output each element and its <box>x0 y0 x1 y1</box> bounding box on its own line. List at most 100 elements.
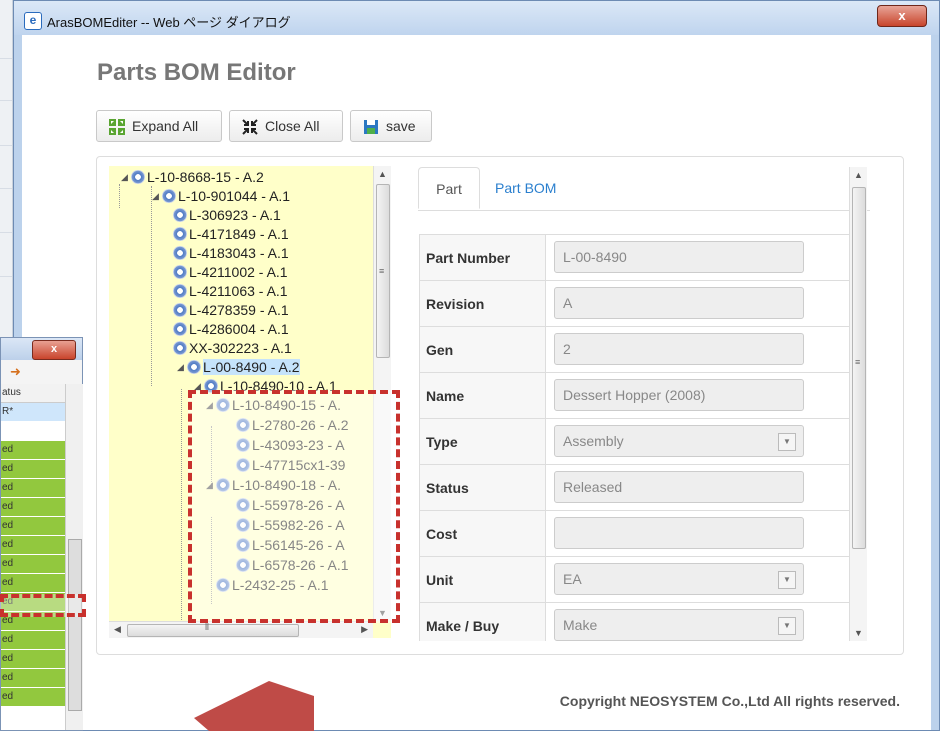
field-label: Type <box>426 434 458 450</box>
expanded-arrow-icon[interactable]: ◢ <box>121 168 128 186</box>
gear-icon <box>173 284 187 298</box>
gear-icon <box>162 189 176 203</box>
tree-horizontal-scrollbar[interactable]: ◀ ⦀ ▶ <box>109 621 373 638</box>
scroll-up-arrow-icon[interactable]: ▲ <box>854 170 863 180</box>
grip-icon: ≡ <box>855 357 861 367</box>
table-row[interactable]: ed <box>1 688 65 707</box>
gear-icon <box>131 170 145 184</box>
annotation-highlight-row <box>0 594 86 617</box>
table-row[interactable]: R* <box>1 403 65 422</box>
gen-input[interactable]: 2 <box>554 333 804 365</box>
bom-editor-dialog: e ArasBOMEditer -- Web ページ ダイアログ x Parts… <box>13 0 940 731</box>
name-input[interactable]: Dessert Hopper (2008) <box>554 379 804 411</box>
revision-input[interactable]: A <box>554 287 804 319</box>
divider <box>0 188 12 189</box>
tree-node[interactable]: L-4211063 - A.1 <box>173 282 288 300</box>
tree-node[interactable]: L-4211002 - A.1 <box>173 263 288 281</box>
tree-node[interactable]: L-4286004 - A.1 <box>173 320 289 338</box>
table-row[interactable]: ed <box>1 631 65 650</box>
table-row[interactable]: ed <box>1 574 65 593</box>
tree-node[interactable]: ◢ L-10-8668-15 - A.2 <box>121 168 264 186</box>
field-cell: Dessert Hopper (2008) <box>545 373 854 418</box>
exit-door-icon[interactable]: ➜ <box>10 364 24 379</box>
tree-connector <box>151 186 152 386</box>
expand-all-label: Expand All <box>132 118 199 134</box>
save-button[interactable]: save <box>350 110 432 142</box>
chevron-down-icon[interactable]: ▼ <box>778 617 796 635</box>
tree-node[interactable]: L-4171849 - A.1 <box>173 225 289 243</box>
make-buy-select[interactable]: Make ▼ <box>554 609 804 641</box>
column-header-status[interactable]: atus <box>1 384 65 403</box>
dialog-titlebar[interactable]: e ArasBOMEditer -- Web ページ ダイアログ x <box>14 1 939 35</box>
background-scrollbar[interactable] <box>65 384 83 730</box>
field-cell: 2 <box>545 327 854 372</box>
expanded-arrow-icon[interactable]: ◢ <box>177 358 184 376</box>
unit-select[interactable]: EA ▼ <box>554 563 804 595</box>
detail-vertical-scrollbar[interactable]: ▲ ≡ ▼ <box>849 167 867 641</box>
scroll-thumb[interactable] <box>68 539 82 711</box>
close-all-button[interactable]: Close All <box>229 110 343 142</box>
cost-input[interactable] <box>554 517 804 549</box>
scroll-thumb[interactable] <box>127 624 299 637</box>
tree-node[interactable]: L-4278359 - A.1 <box>173 301 289 319</box>
gear-icon <box>173 246 187 260</box>
scroll-left-arrow-icon[interactable]: ◀ <box>114 624 121 635</box>
table-row[interactable]: ed <box>1 669 65 688</box>
table-row[interactable]: ed <box>1 441 65 460</box>
collapse-icon <box>242 119 258 135</box>
expand-all-button[interactable]: Expand All <box>96 110 222 142</box>
table-row[interactable]: ed <box>1 460 65 479</box>
scroll-up-arrow-icon[interactable]: ▲ <box>378 169 387 179</box>
field-type: Type Assembly ▼ <box>420 419 854 465</box>
table-row[interactable]: ed <box>1 555 65 574</box>
expanded-arrow-icon[interactable]: ◢ <box>152 187 159 205</box>
field-revision: Revision A <box>420 281 854 327</box>
table-row[interactable]: ed <box>1 536 65 555</box>
table-row[interactable]: ed <box>1 517 65 536</box>
type-select-value: Assembly <box>563 433 624 449</box>
table-row[interactable] <box>1 422 65 441</box>
detail-tabs: Part Part BOM <box>418 167 870 211</box>
editor-panel: ◢ L-10-8668-15 - A.2 ◢ L-10-901044 - A.1 L… <box>96 156 904 655</box>
annotation-arrow-icon <box>194 681 314 731</box>
field-cell <box>545 511 854 556</box>
part-number-input[interactable]: L-00-8490 <box>554 241 804 273</box>
chevron-down-icon[interactable]: ▼ <box>778 433 796 451</box>
scroll-thumb[interactable] <box>852 187 866 549</box>
gear-icon <box>173 322 187 336</box>
dialog-title: ArasBOMEditer -- Web ページ ダイアログ <box>47 15 291 30</box>
tree-node[interactable]: ◢ L-10-901044 - A.1 <box>152 187 290 205</box>
field-unit: Unit EA ▼ <box>420 557 854 603</box>
gear-icon <box>187 360 201 374</box>
field-cell: Released <box>545 465 854 510</box>
tree-node[interactable]: L-4183043 - A.1 <box>173 244 289 262</box>
table-row[interactable]: ed <box>1 650 65 669</box>
tree-node[interactable]: XX-302223 - A.1 <box>173 339 292 357</box>
field-label: Cost <box>426 526 458 542</box>
table-row[interactable]: ed <box>1 479 65 498</box>
field-label: Revision <box>426 296 485 312</box>
close-all-label: Close All <box>265 118 320 134</box>
tab-part-bom[interactable]: Part BOM <box>480 167 571 209</box>
chevron-down-icon[interactable]: ▼ <box>778 571 796 589</box>
tab-part[interactable]: Part <box>418 167 480 209</box>
scroll-down-arrow-icon[interactable]: ▼ <box>854 628 863 638</box>
type-select[interactable]: Assembly ▼ <box>554 425 804 457</box>
status-input[interactable]: Released <box>554 471 804 503</box>
tree-node-selected[interactable]: ◢ L-00-8490 - A.2 <box>177 358 300 376</box>
table-row[interactable]: ed <box>1 498 65 517</box>
dialog-content: Parts BOM Editor Expand All Close All sa… <box>22 35 931 730</box>
close-window-button[interactable]: x <box>877 5 927 27</box>
gear-icon <box>173 265 187 279</box>
field-cell: Assembly ▼ <box>545 419 854 464</box>
gear-icon <box>173 303 187 317</box>
scroll-right-arrow-icon[interactable]: ▶ <box>361 624 368 635</box>
field-cell: EA ▼ <box>545 557 854 602</box>
divider <box>0 145 12 146</box>
make-buy-select-value: Make <box>563 617 598 633</box>
field-name: Name Dessert Hopper (2008) <box>420 373 854 419</box>
background-window[interactable]: x ➜ atus R* ed ed ed ed ed ed ed ed ed e… <box>0 337 83 731</box>
tree-connector <box>119 184 120 208</box>
background-close-button[interactable]: x <box>32 340 76 360</box>
tree-node[interactable]: L-306923 - A.1 <box>173 206 281 224</box>
